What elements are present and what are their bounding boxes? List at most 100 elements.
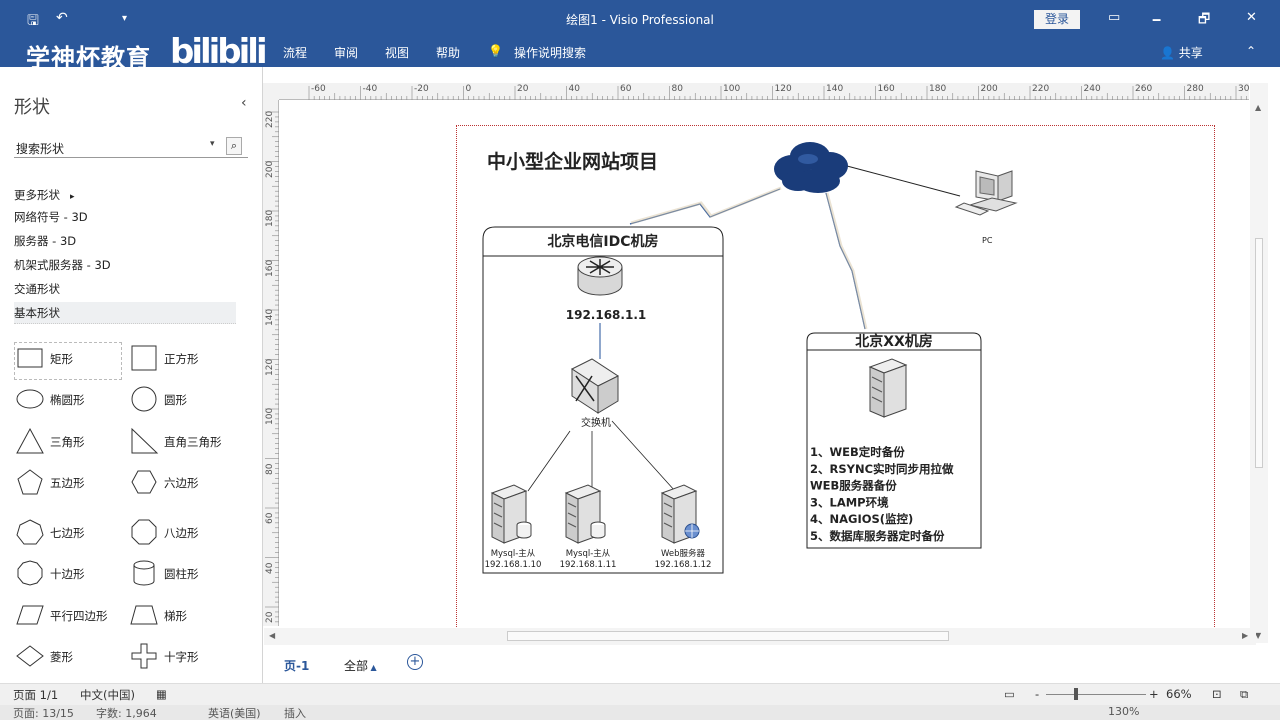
zoom-slider-track[interactable] bbox=[1046, 694, 1146, 695]
add-page-icon[interactable]: + bbox=[407, 654, 423, 670]
stencil-servers-3d[interactable]: 服务器 - 3D bbox=[14, 233, 76, 249]
tab-help[interactable]: 帮助 bbox=[436, 44, 460, 61]
ruler-label: 80 bbox=[671, 84, 683, 94]
vertical-scroll-thumb[interactable] bbox=[1255, 238, 1263, 468]
ruler-label: 160 bbox=[877, 84, 895, 94]
shape-octagon[interactable]: 八边形 bbox=[129, 517, 235, 553]
ribbon-display-icon[interactable]: ▭ bbox=[1108, 10, 1120, 25]
zoom-in-button[interactable]: + bbox=[1149, 687, 1159, 701]
switch-windows-icon[interactable]: ⧉ bbox=[1240, 687, 1248, 702]
person-icon: 👤 bbox=[1160, 46, 1175, 60]
ruler-label: 280 bbox=[1186, 84, 1204, 94]
wan-link-idc-shade bbox=[630, 186, 782, 225]
stencil-more-shapes[interactable]: 更多形状 ▸ bbox=[14, 187, 75, 203]
vertical-scrollbar[interactable]: ▲ ▼ bbox=[1250, 83, 1268, 643]
pentagon-icon bbox=[17, 469, 43, 495]
tab-flow[interactable]: 流程 bbox=[283, 44, 307, 61]
rectangle-icon bbox=[17, 348, 43, 368]
minimize-button[interactable]: 🗕 bbox=[1152, 10, 1161, 32]
horizontal-ruler[interactable]: -60 -40 -20 0 20 40 60 80 100 120 140 160 180 200 220 2… bbox=[279, 83, 1255, 100]
zoom-slider-thumb[interactable] bbox=[1074, 688, 1078, 700]
drawing-canvas[interactable]: PC 中小型企业网站项目 北京电信IDC机房 192.168.1.1 交换机 M… bbox=[280, 101, 1248, 627]
shape-label: 菱形 bbox=[50, 650, 73, 664]
ellipse-icon bbox=[16, 389, 44, 409]
shape-label: 三角形 bbox=[50, 435, 85, 449]
shape-trapezoid[interactable]: 梯形 bbox=[129, 600, 235, 636]
all-pages-button[interactable]: 全部 ▲ bbox=[344, 657, 377, 674]
doc-page-indicator: 页面: 13/15 bbox=[13, 707, 74, 720]
ruler-corner bbox=[263, 83, 279, 100]
ruler-label: 260 bbox=[1135, 84, 1153, 94]
shape-right-triangle[interactable]: 直角三角形 bbox=[129, 426, 239, 462]
shape-cross[interactable]: 十字形 bbox=[129, 641, 235, 677]
web-server-name: Web服务器 bbox=[661, 548, 706, 559]
horizontal-scrollbar[interactable]: ◀ ▶ bbox=[264, 628, 1256, 645]
zoom-out-button[interactable]: - bbox=[1035, 687, 1039, 701]
stencil-network-3d[interactable]: 网络符号 - 3D bbox=[14, 209, 88, 225]
language-indicator[interactable]: 中文(中国) bbox=[80, 687, 135, 703]
shapes-pane: 形状 ‹ 搜索形状 ▾ ⌕ 更多形状 ▸ 网络符号 - 3D 服务器 - 3D 机… bbox=[5, 67, 263, 683]
collapse-pane-icon[interactable]: ‹ bbox=[241, 95, 247, 111]
octagon-icon bbox=[131, 519, 157, 545]
login-button[interactable]: 登录 bbox=[1034, 10, 1080, 29]
collapse-ribbon-icon[interactable]: ⌃ bbox=[1246, 44, 1256, 58]
tab-view[interactable]: 视图 bbox=[385, 44, 409, 61]
ruler-label: 100 bbox=[265, 407, 275, 425]
stencil-rack-servers-3d[interactable]: 机架式服务器 - 3D bbox=[14, 257, 111, 273]
cylinder-icon bbox=[133, 560, 155, 586]
shape-ellipse[interactable]: 椭圆形 bbox=[15, 384, 121, 420]
square-icon bbox=[131, 345, 157, 371]
zoom-level[interactable]: 66% bbox=[1166, 687, 1192, 701]
stencil-transport[interactable]: 交通形状 bbox=[14, 281, 60, 297]
tell-me-search[interactable]: 操作说明搜索 bbox=[514, 44, 586, 61]
close-button[interactable]: ✕ bbox=[1246, 10, 1257, 25]
shape-label: 椭圆形 bbox=[50, 393, 85, 407]
ruler-label: -60 bbox=[311, 84, 326, 94]
shape-decagon[interactable]: 十边形 bbox=[15, 558, 121, 594]
shape-rectangle[interactable]: 矩形 bbox=[14, 342, 122, 380]
shape-label: 平行四边形 bbox=[50, 609, 108, 623]
shape-parallelogram[interactable]: 平行四边形 bbox=[15, 600, 131, 636]
tab-page-1[interactable]: 页-1 bbox=[284, 657, 309, 674]
ribbon-tabs: 学神杯教育 bilibili 流程 审阅 视图 帮助 💡 操作说明搜索 👤 共享… bbox=[0, 32, 1280, 72]
ruler-label: 60 bbox=[620, 84, 632, 94]
router-icon bbox=[577, 256, 623, 296]
xx-room-note: 1、WEB定时备份 bbox=[810, 445, 905, 459]
scroll-up-icon[interactable]: ▲ bbox=[1255, 103, 1261, 112]
search-icon[interactable]: ⌕ bbox=[226, 137, 242, 155]
cross-icon bbox=[131, 643, 157, 669]
restore-button[interactable]: 🗗 bbox=[1198, 10, 1210, 32]
stencil-label: 更多形状 bbox=[14, 188, 60, 202]
page-indicator[interactable]: 页面 1/1 bbox=[13, 687, 58, 703]
ruler-label: 220 bbox=[1032, 84, 1050, 94]
presentation-mode-icon[interactable]: ▭ bbox=[1004, 687, 1015, 701]
ruler-label: 160 bbox=[265, 259, 275, 277]
shape-diamond[interactable]: 菱形 bbox=[15, 641, 121, 677]
shape-square[interactable]: 正方形 bbox=[129, 343, 235, 379]
shape-circle[interactable]: 圆形 bbox=[129, 384, 235, 420]
ruler-label: 40 bbox=[265, 562, 275, 574]
window-title: 绘图1 - Visio Professional bbox=[566, 13, 714, 27]
router-ip-label: 192.168.1.1 bbox=[566, 308, 646, 322]
vertical-ruler[interactable]: 220 200 180 160 140 120 100 80 60 40 20 bbox=[263, 100, 279, 626]
mysql-server-2-name: Mysql-主从 bbox=[566, 548, 611, 559]
search-dropdown-icon[interactable]: ▾ bbox=[210, 139, 215, 149]
share-button[interactable]: 👤 共享 bbox=[1160, 44, 1203, 61]
switch-label: 交换机 bbox=[581, 416, 611, 429]
stencil-basic-shapes[interactable]: 基本形状 bbox=[14, 302, 236, 324]
fit-page-icon[interactable]: ⊡ bbox=[1212, 687, 1222, 701]
shape-hexagon[interactable]: 六边形 bbox=[129, 467, 235, 503]
scroll-right-icon[interactable]: ▶ bbox=[1242, 631, 1248, 640]
shape-heptagon[interactable]: 七边形 bbox=[15, 517, 121, 553]
horizontal-scroll-thumb[interactable] bbox=[507, 631, 949, 641]
shape-triangle[interactable]: 三角形 bbox=[15, 426, 121, 462]
shape-pentagon[interactable]: 五边形 bbox=[15, 467, 121, 503]
scroll-left-icon[interactable]: ◀ bbox=[269, 631, 275, 640]
macro-icon[interactable]: ▦ bbox=[156, 687, 167, 701]
ruler-label: 60 bbox=[265, 512, 275, 524]
ruler-label: 200 bbox=[265, 160, 275, 178]
ruler-label: 100 bbox=[723, 84, 741, 94]
shape-cylinder[interactable]: 圆柱形 bbox=[129, 558, 235, 594]
decagon-icon bbox=[17, 560, 43, 586]
tab-review[interactable]: 审阅 bbox=[334, 44, 358, 61]
